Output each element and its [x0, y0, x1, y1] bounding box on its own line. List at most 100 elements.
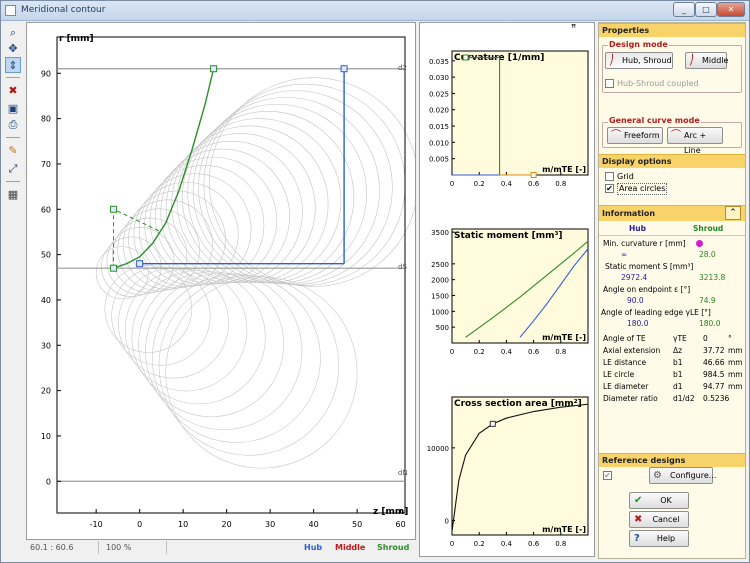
min-curvature-values: ∞ 28.0 [599, 249, 745, 260]
maximize-button[interactable]: □ [695, 2, 717, 17]
reference-designs-checkbox[interactable]: ✔ [603, 471, 612, 480]
charts-panel: Curvature [1/mm] m/mTE [-] 0 0.2 0.4 0.6 0.8 0.… [419, 22, 595, 557]
x-tick-label: 0 [450, 180, 454, 188]
info-label: Axial extension [603, 346, 661, 355]
zoom-icon[interactable]: ⌕ [5, 25, 21, 41]
meridional-plot[interactable]: -10 0 10 20 30 40 50 60 0 10 20 30 40 50 60 70 80 90 r [m… [27, 23, 419, 539]
y-tick-label: 0.005 [429, 156, 449, 164]
x-tick-label: 0.4 [501, 348, 513, 356]
area-circles-checkbox-box[interactable]: ✔ [605, 184, 614, 193]
y-tick-label: 0.020 [429, 107, 449, 115]
print-icon[interactable]: ⎙ [5, 117, 21, 133]
arc-line-button[interactable]: ⌒ Arc + Line [667, 127, 723, 155]
chart-title: Static moment [mm³] [454, 231, 563, 241]
info-value: 0.5236 [703, 394, 730, 403]
configure-button[interactable]: ⚙ Configure... [649, 467, 716, 484]
pan-icon[interactable]: ✥ [5, 41, 21, 57]
x-tick-label: 0.2 [474, 348, 485, 356]
meridional-plot-panel[interactable]: -10 0 10 20 30 40 50 60 0 10 20 30 40 50 60 70 80 90 r [m… [26, 22, 419, 540]
y-tick-label: 0 [46, 477, 51, 486]
coupled-label: Hub-Shroud coupled [617, 79, 699, 88]
angle-endpoint-hub: 90.0 [627, 296, 644, 305]
ok-label: OK [660, 496, 672, 505]
y-tick-label: 40 [41, 296, 51, 305]
y-tick-label: 70 [41, 160, 51, 169]
left-toolbar: ⌕ ✥ ⇕ ✖ ▣ ⎙ ✎ ⤢ ▦ [2, 21, 24, 541]
middle-button[interactable]: ⎠ Middle [685, 52, 728, 69]
info-symbol: b1 [673, 370, 683, 379]
info-row: LE diameter d1 94.77 mm [599, 381, 745, 392]
y-tick-label: 30 [41, 341, 51, 350]
area-circles-layer [95, 77, 419, 469]
y-tick-label: 10 [41, 432, 51, 441]
minimize-button[interactable]: _ [673, 2, 695, 17]
y-tick-label: 80 [41, 115, 51, 124]
curvature-chart[interactable]: Curvature [1/mm]m/mTE [-]0 0.2 0.4 0.6 0.80.… [422, 37, 594, 195]
info-value: 37.72 [703, 346, 725, 355]
hub-shroud-icon: ⎠ [609, 55, 614, 66]
help-button[interactable]: ? Help [629, 530, 689, 547]
chart-plot-area [451, 228, 589, 344]
chart-x-label: m/mTE [-] [542, 525, 586, 534]
freeform-label: Freeform [624, 131, 660, 140]
angle-le-values: 180.0 180.0 [599, 318, 745, 329]
plot-frame [56, 36, 406, 514]
static-moment-chart[interactable]: Static moment [mm³] m/mTE [-] 0 0.2 0.4 0.6 0.… [422, 215, 594, 363]
angle-le-label: Angle of leading edge γLE [°] [599, 307, 745, 318]
x-tick-label: 20 [222, 520, 232, 529]
angle-le-hub: 180.0 [627, 319, 649, 328]
zoom-level: 100 % [102, 541, 167, 554]
x-tick-label: -10 [90, 520, 103, 529]
area-circle [165, 276, 358, 469]
y-tick-label: 50 [41, 251, 51, 260]
control-point [110, 205, 118, 213]
toolbar-separator [6, 181, 20, 182]
x-tick-label: 40 [309, 520, 319, 529]
clear-icon[interactable]: ✖ [5, 83, 21, 99]
x-tick-label: 60 [396, 520, 406, 529]
information-header: Information [599, 205, 745, 221]
x-tick-label: 0 [450, 540, 454, 548]
info-row: Axial extension Δz 37.72 mm [599, 345, 745, 356]
y-tick-label: 0.015 [429, 123, 449, 131]
grid-checkbox-box[interactable] [605, 172, 614, 181]
freeform-icon: ⌒ [611, 130, 621, 141]
resize-icon[interactable]: ⤢ [5, 161, 21, 177]
hub-shroud-button[interactable]: ⎠ Hub, Shroud [605, 52, 673, 69]
settings-icon[interactable]: ▦ [5, 187, 21, 203]
info-row: Diameter ratio d1/d2 0.5236 [599, 393, 745, 404]
angle-endpoint-values: 90.0 74.9 [599, 295, 745, 306]
arc-line-icon: ⌒ [671, 130, 681, 141]
cancel-button[interactable]: ✖ Cancel [629, 511, 689, 528]
angle-endpoint-text: Angle on endpoint ε [°] [603, 285, 691, 294]
y-tick-label: 500 [436, 324, 449, 332]
control-point [340, 65, 348, 73]
freeform-button[interactable]: ⌒ Freeform [607, 127, 663, 144]
collapse-information-button[interactable]: ⌃ [725, 206, 741, 220]
info-row: Angle of TE γTE 0 ° [599, 333, 745, 344]
middle-icon: ⎠ [689, 55, 694, 66]
curvature-marker [462, 54, 469, 61]
x-axis-label: z [mm] [373, 507, 408, 517]
export-icon[interactable]: ✎ [5, 143, 21, 159]
ok-icon: ✔ [634, 495, 643, 506]
d2-label: d2 [398, 64, 407, 72]
close-button[interactable]: ✕ [717, 2, 745, 17]
static-moment-text: Static moment S [mm³] [605, 262, 694, 271]
x-tick-label: 0.4 [501, 180, 513, 188]
angle-endpoint-label: Angle on endpoint ε [°] [599, 284, 745, 295]
info-symbol: γTE [673, 334, 687, 343]
coupled-checkbox-box[interactable] [605, 79, 614, 88]
x-tick-label: 0.6 [528, 540, 540, 548]
area-circle [133, 181, 239, 287]
y-tick-label: 0.025 [429, 90, 449, 98]
fit-icon[interactable]: ⇕ [5, 57, 21, 73]
general-curve-title: General curve mode [608, 116, 701, 125]
pin-icon[interactable]: ꟸ [571, 24, 576, 34]
min-curvature-label: Min. curvature r [mm] [599, 238, 745, 249]
ok-button[interactable]: ✔ OK [629, 492, 689, 509]
cancel-icon: ✖ [634, 514, 643, 525]
cross-section-chart[interactable]: Cross section area [mm²]m/mTE [-]0 0.2 0.4… [422, 383, 594, 555]
save-icon[interactable]: ▣ [5, 101, 21, 117]
help-icon: ? [634, 533, 640, 544]
